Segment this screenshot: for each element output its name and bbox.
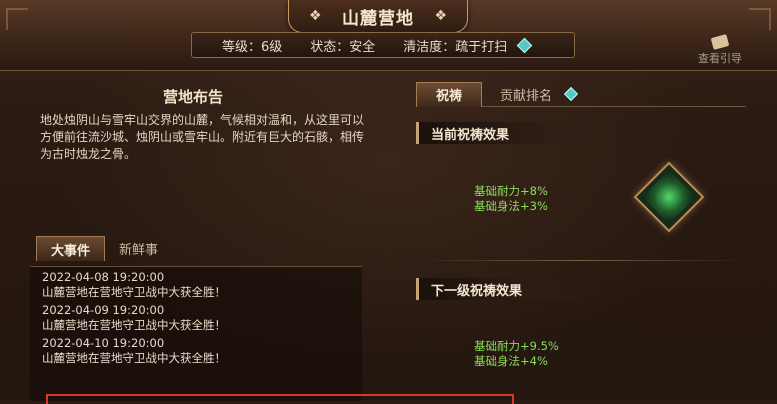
- event-time: 2022-04-10 19:20:00: [42, 336, 165, 350]
- event-list[interactable]: 2022-04-08 19:20:00 山麓营地在营地守卫战中大获全胜！ 202…: [30, 266, 362, 401]
- view-guide-button[interactable]: 查看引导: [690, 34, 750, 66]
- notice-panel: 营地布告 地处烛阴山与雪牢山交界的山麓，气候相对温和，从这里可以方便前往流沙城、…: [28, 78, 368, 401]
- list-item: 2022-04-09 19:20:00 山麓营地在营地守卫战中大获全胜！: [30, 303, 362, 333]
- event-text: 山麓营地在营地守卫战中大获全胜！: [42, 285, 226, 299]
- header-bar: ❖ 山麓营地 ❖ 等级：6级 状态：安全 清洁度：疏于打扫 查看引导: [0, 0, 777, 71]
- blessing-tabs: 祝祷 贡献排名: [416, 81, 746, 107]
- divider: [416, 260, 746, 261]
- notice-text: 地处烛阴山与雪牢山交界的山麓，气候相对温和，从这里可以方便前往流沙城、烛阴山或雪…: [40, 113, 365, 161]
- list-item: 2022-04-10 19:20:00 山麓营地在营地守卫战中大获全胜！: [30, 336, 362, 366]
- title-ornament-left-icon: ❖: [309, 8, 322, 24]
- camp-status-bar: 等级：6级 状态：安全 清洁度：疏于打扫: [191, 32, 575, 58]
- camp-level: 等级：6级: [222, 39, 283, 55]
- warrior-silhouette-icon: [642, 170, 696, 224]
- event-time: 2022-04-08 19:20:00: [42, 270, 165, 284]
- buff-agility-next: 基础身法+4%: [474, 354, 548, 368]
- buff-stamina-next: 基础耐力+9.5%: [474, 339, 559, 353]
- view-guide-label: 查看引导: [698, 52, 742, 65]
- title-plate: ❖ 山麓营地 ❖: [288, 0, 468, 33]
- event-text: 山麓营地在营地守卫战中大获全胜！: [42, 351, 226, 365]
- buff-stamina: 基础耐力+8%: [474, 184, 548, 198]
- event-time: 2022-04-09 19:20:00: [42, 303, 165, 317]
- corner-ornament-left: [6, 8, 28, 30]
- event-text: 山麓营地在营地守卫战中大获全胜！: [42, 318, 226, 332]
- page-title: 山麓营地: [342, 8, 414, 29]
- tab-blessing[interactable]: 祝祷: [416, 81, 482, 107]
- notice-title: 营地布告: [163, 88, 224, 106]
- current-blessing-heading: 当前祝祷效果: [416, 122, 601, 144]
- tab-news[interactable]: 新鲜事: [105, 236, 172, 260]
- info-gem-icon[interactable]: [517, 37, 533, 53]
- next-blessing-heading: 下一级祝祷效果: [416, 278, 601, 300]
- next-buff-list: 基础耐力+9.5% 基础身法+4%: [474, 339, 559, 369]
- blessing-panel: 祝祷 贡献排名 当前祝祷效果 基础耐力+8% 基础身法+3% 下一级祝祷效果 基…: [416, 80, 756, 400]
- buff-agility: 基础身法+3%: [474, 199, 548, 213]
- info-gem-icon[interactable]: [563, 86, 579, 102]
- camp-cleanliness: 清洁度：疏于打扫: [403, 39, 508, 55]
- book-icon: [710, 34, 730, 50]
- event-tabs: 大事件 新鲜事: [36, 236, 172, 261]
- camp-state: 状态：安全: [310, 39, 376, 55]
- blessing-skill-icon[interactable]: [633, 161, 705, 233]
- current-buff-list: 基础耐力+8% 基础身法+3%: [474, 184, 548, 214]
- title-ornament-right-icon: ❖: [434, 8, 447, 24]
- tab-major-events[interactable]: 大事件: [36, 236, 106, 261]
- list-item: 2022-04-08 19:20:00 山麓营地在营地守卫战中大获全胜！: [30, 270, 362, 300]
- tab-contribution-ranking[interactable]: 贡献排名: [482, 85, 552, 104]
- corner-ornament-right: [749, 8, 771, 30]
